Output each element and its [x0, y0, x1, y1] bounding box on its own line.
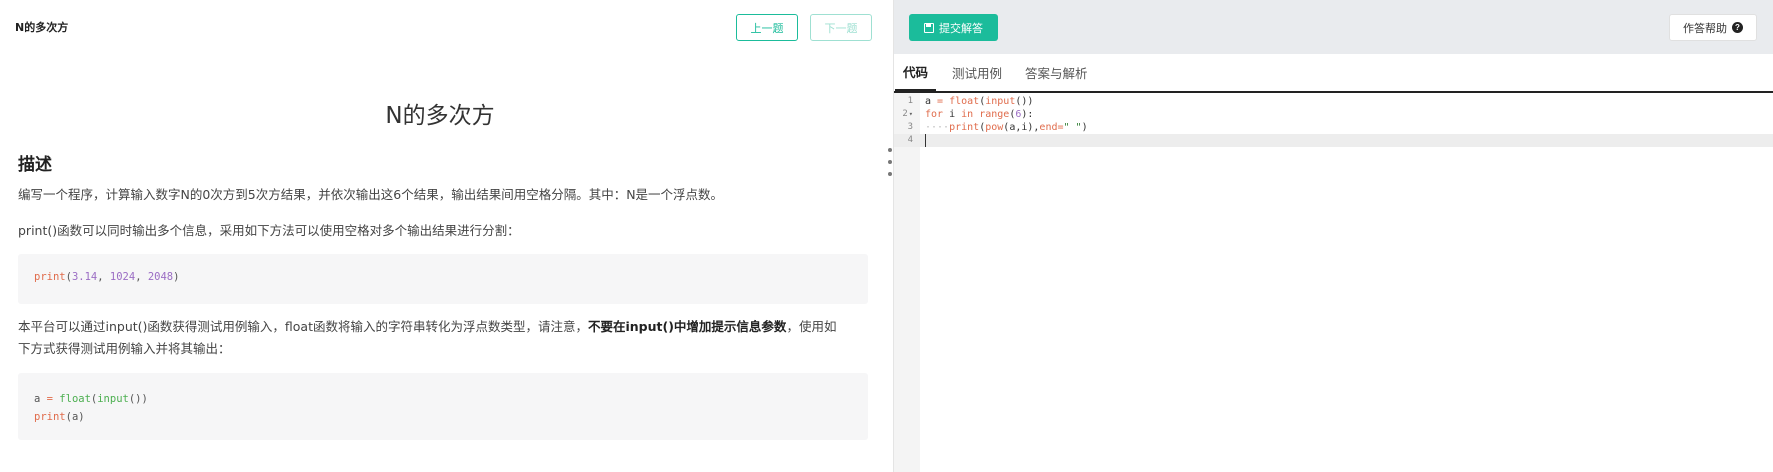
code-example-print: print(3.14, 1024, 2048) [18, 254, 868, 304]
code-line: print(a) [34, 408, 852, 426]
code-token: = [40, 393, 60, 405]
line-number: 3 [907, 122, 913, 132]
code-token: for [925, 109, 944, 120]
code-token: ()) [128, 393, 148, 405]
para3-text: 本平台可以通过input()函数获得测试用例输入，float函数将输入的字符串转… [18, 319, 588, 334]
description-paragraph-1: 编写一个程序，计算输入数字N的0次方到5次方结果，并依次输出这6个结果，输出结果… [18, 187, 724, 202]
question-icon: ? [1732, 22, 1743, 33]
code-token: ) [78, 411, 85, 423]
topbar-title: N的多次方 [15, 21, 69, 34]
code-line: a = float(input()) [34, 390, 852, 408]
code-token: ()) [1015, 96, 1034, 107]
tab-code[interactable]: 代码 [895, 54, 937, 91]
fold-arrow-icon[interactable]: ▾ [909, 110, 913, 118]
code-token: , [97, 271, 110, 283]
code-token: float [59, 393, 91, 405]
save-icon [924, 22, 934, 33]
description-heading: 描述 [18, 155, 52, 175]
code-token: 2048 [147, 271, 174, 283]
code-token: range [979, 109, 1010, 120]
code-token: 3.14 [71, 271, 98, 283]
code-token: ): [1021, 109, 1034, 120]
code-token: (a,i), [1003, 122, 1040, 133]
line-number: 1 [907, 96, 913, 106]
para3-bold: 不要在input()中增加提示信息参数 [588, 319, 787, 334]
line-number-text: 2 [902, 109, 908, 119]
line-number: 2▾ [894, 108, 918, 121]
editor-line[interactable]: 3 ····print(pow(a,i),end=" ") [894, 121, 1773, 134]
code-token: 1024 [109, 271, 136, 283]
editor-line-active[interactable]: 4 [894, 134, 1773, 147]
next-question-button[interactable]: 下一题 [810, 14, 872, 41]
drag-dot-icon [888, 172, 892, 176]
line-number: 4 [907, 135, 913, 145]
editor-toolbar: 提交解答 作答帮助? [894, 0, 1773, 54]
code-token: float [949, 96, 980, 107]
code-token: input [97, 393, 129, 405]
code-token: " " [1063, 122, 1082, 133]
code-token: print [34, 411, 66, 423]
code-token: , [135, 271, 148, 283]
drag-dot-icon [888, 148, 892, 152]
tab-test-cases[interactable]: 测试用例 [944, 54, 1010, 91]
line-code: a = float(input()) [925, 95, 1033, 108]
editor-line[interactable]: 1 a = float(input()) [894, 95, 1773, 108]
editor-pane: 提交解答 作答帮助? 代码 测试用例 答案与解析 1 a = float(inp… [893, 0, 1773, 472]
problem-title: N的多次方 [385, 103, 495, 129]
code-token: pow [985, 122, 1004, 133]
submit-answer-button[interactable]: 提交解答 [909, 14, 998, 41]
code-token: input [985, 96, 1016, 107]
problem-pane: N的多次方 上一题 下一题 N的多次方 描述 编写一个程序，计算输入数字N的0次… [0, 0, 893, 472]
code-token: ···· [925, 122, 950, 133]
code-token: = [931, 96, 950, 107]
description-paragraph-3: 本平台可以通过input()函数获得测试用例输入，float函数将输入的字符串转… [18, 316, 848, 360]
editor-tabs: 代码 测试用例 答案与解析 [894, 54, 1773, 93]
submit-label: 提交解答 [939, 22, 983, 35]
code-token: print [949, 122, 980, 133]
code-token: in [961, 109, 974, 120]
code-token: i [943, 109, 962, 120]
prev-question-button[interactable]: 上一题 [736, 14, 798, 41]
help-label: 作答帮助 [1683, 22, 1727, 35]
code-token: end [1039, 122, 1058, 133]
code-token: print [34, 271, 66, 283]
line-gutter [894, 93, 920, 472]
line-code: ····print(pow(a,i),end=" ") [925, 121, 1088, 134]
code-token: ) [173, 271, 180, 283]
code-example-input: a = float(input()) print(a) [18, 373, 868, 440]
drag-dot-icon [888, 160, 892, 164]
answer-help-button[interactable]: 作答帮助? [1669, 14, 1757, 41]
code-editor[interactable]: 1 a = float(input()) 2▾ for i in range(6… [894, 93, 1773, 472]
description-paragraph-2: print()函数可以同时输出多个信息，采用如下方法可以使用空格对多个输出结果进… [18, 223, 520, 238]
code-token: ) [1081, 122, 1088, 133]
editor-line[interactable]: 2▾ for i in range(6): [894, 108, 1773, 121]
tab-answer-analysis[interactable]: 答案与解析 [1017, 54, 1096, 91]
line-code: for i in range(6): [925, 108, 1033, 121]
text-cursor [925, 134, 926, 147]
